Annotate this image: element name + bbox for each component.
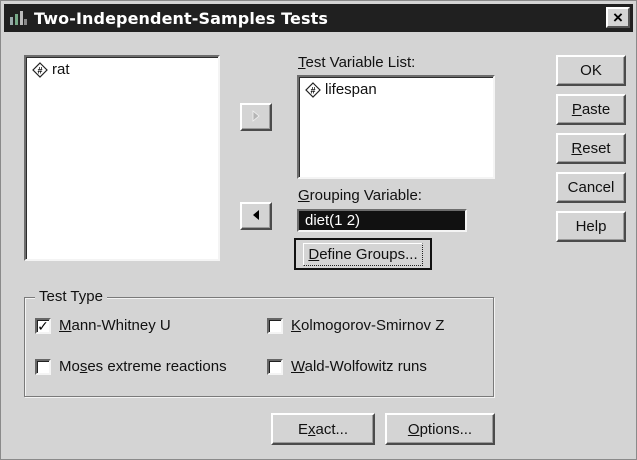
wald-label: Wald-Wolfowitz runs	[291, 358, 427, 375]
close-icon: ×	[613, 8, 623, 27]
app-icon	[8, 9, 30, 27]
ok-button[interactable]: OK	[556, 55, 626, 86]
numeric-variable-icon: #	[32, 61, 48, 78]
kolmogorov-label: Kolmogorov-Smirnov Z	[291, 317, 445, 334]
paste-button[interactable]: Paste	[556, 94, 626, 125]
list-item[interactable]: # rat	[26, 57, 218, 82]
moses-checkbox[interactable]: Moses extreme reactions	[35, 358, 227, 375]
grouping-variable-field[interactable]: diet(1 2)	[297, 209, 467, 232]
numeric-variable-icon: #	[305, 81, 321, 98]
checkbox-box[interactable]: ✓	[35, 317, 51, 334]
svg-text:#: #	[310, 85, 315, 95]
list-item[interactable]: # lifespan	[299, 77, 493, 102]
checkmark-icon: ✓	[37, 317, 49, 334]
grouping-variable-label: Grouping Variable:	[298, 187, 422, 204]
mann-whitney-label: Mann-Whitney U	[59, 317, 171, 334]
wald-wolfowitz-checkbox[interactable]: Wald-Wolfowitz runs	[267, 358, 427, 375]
moses-label: Moses extreme reactions	[59, 358, 227, 375]
test-type-legend: Test Type	[35, 288, 107, 305]
arrow-left-icon	[251, 208, 261, 225]
mann-whitney-checkbox[interactable]: ✓ Mann-Whitney U	[35, 317, 171, 334]
checkbox-box[interactable]	[267, 358, 283, 375]
two-independent-samples-dialog: Two-Independent-Samples Tests × # rat Te…	[0, 0, 637, 460]
close-button[interactable]: ×	[606, 7, 630, 28]
options-button[interactable]: Options...	[385, 413, 495, 445]
define-groups-label: Define Groups...	[303, 242, 423, 266]
test-type-group	[24, 297, 494, 397]
variable-name: rat	[52, 61, 70, 78]
help-button[interactable]: Help	[556, 211, 626, 242]
source-variable-list[interactable]: # rat	[24, 55, 220, 261]
variable-name: lifespan	[325, 81, 377, 98]
kolmogorov-smirnov-checkbox[interactable]: Kolmogorov-Smirnov Z	[267, 317, 444, 334]
reset-button[interactable]: Reset	[556, 133, 626, 164]
title-bar: Two-Independent-Samples Tests ×	[4, 4, 633, 32]
svg-text:#: #	[37, 65, 42, 75]
define-groups-button[interactable]: Define Groups...	[294, 238, 432, 270]
cancel-button[interactable]: Cancel	[556, 172, 626, 203]
move-to-test-list-button[interactable]	[240, 103, 272, 131]
test-variable-list-label: Test Variable List:	[298, 54, 416, 71]
move-to-grouping-button[interactable]	[240, 202, 272, 230]
dialog-title: Two-Independent-Samples Tests	[34, 8, 329, 28]
arrow-right-icon	[251, 109, 261, 126]
checkbox-box[interactable]	[35, 358, 51, 375]
checkbox-box[interactable]	[267, 317, 283, 334]
test-variable-list[interactable]: # lifespan	[297, 75, 495, 179]
exact-button[interactable]: Exact...	[271, 413, 375, 445]
